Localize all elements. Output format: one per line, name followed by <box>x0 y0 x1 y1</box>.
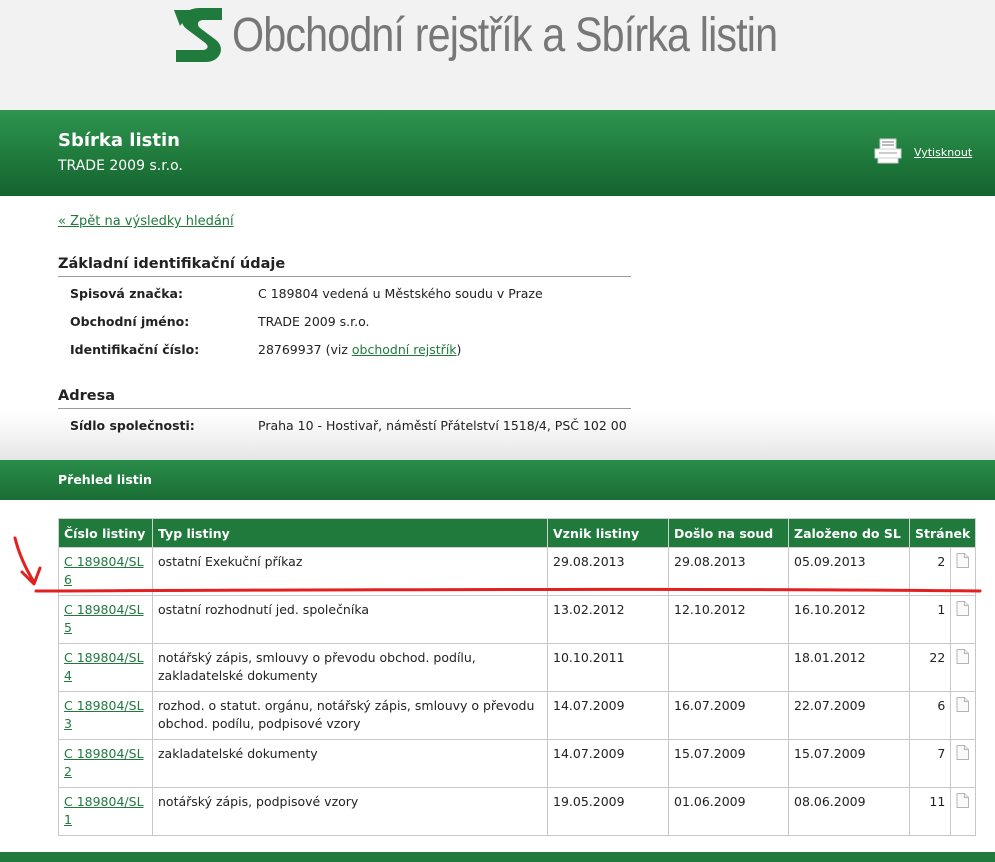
created-date-cell: 14.07.2009 <box>547 691 669 740</box>
company-name-subtitle: TRADE 2009 s.r.o. <box>58 158 183 174</box>
document-number-link[interactable]: C 189804/SL 2 <box>64 746 144 779</box>
document-icon-cell[interactable] <box>950 691 977 740</box>
filed-date-cell: 08.06.2009 <box>788 787 910 836</box>
site-header: Obchodní rejstřík a Sbírka listin <box>0 0 995 110</box>
company-details: « Zpět na výsledky hledání Základní iden… <box>0 196 995 460</box>
created-date-cell: 10.10.2011 <box>547 643 669 692</box>
document-icon[interactable] <box>956 601 970 616</box>
table-row: C 189804/SL 5 ostatní rozhodnutí jed. spo… <box>58 595 977 644</box>
document-number-cell[interactable]: C 189804/SL 2 <box>58 739 153 788</box>
received-date-cell: 16.07.2009 <box>668 691 789 740</box>
document-number-link[interactable]: C 189804/SL 5 <box>64 602 144 635</box>
printer-icon[interactable] <box>873 138 903 164</box>
identification-section-title: Základní identifikační údaje <box>58 256 631 277</box>
file-number-label: Spisová značka: <box>70 286 183 301</box>
filed-date-cell: 16.10.2012 <box>788 595 910 644</box>
received-date-cell: 15.07.2009 <box>668 739 789 788</box>
commercial-register-link[interactable]: obchodní rejstřík <box>352 342 457 357</box>
document-number-cell[interactable]: C 189804/SL 3 <box>58 691 153 740</box>
documents-overview-title: Přehled listin <box>58 472 152 487</box>
business-name-label: Obchodní jméno: <box>70 314 190 329</box>
id-number-label: Identifikační číslo: <box>70 342 200 357</box>
pages-count-cell: 11 <box>908 787 952 836</box>
site-title[interactable]: Obchodní rejstřík a Sbírka listin <box>232 7 778 65</box>
document-icon-cell[interactable] <box>950 739 977 788</box>
table-row: C 189804/SL 2 zakladatelské dokumenty 14.0… <box>58 739 977 788</box>
filed-date-cell: 18.01.2012 <box>788 643 910 692</box>
filed-date-cell: 22.07.2009 <box>788 691 910 740</box>
created-date-cell: 14.07.2009 <box>547 739 669 788</box>
table-row: C 189804/SL 3 rozhod. o statut. orgánu, n… <box>58 691 977 740</box>
created-date-cell: 13.02.2012 <box>547 595 669 644</box>
page-banner: Sbírka listin TRADE 2009 s.r.o. Vytiskno… <box>0 110 995 196</box>
document-type-cell: notářský zápis, podpisové vzory <box>152 787 548 836</box>
table-row: C 189804/SL 1 notářský zápis, podpisové v… <box>58 787 977 836</box>
address-section-title: Adresa <box>58 388 631 409</box>
document-number-cell[interactable]: C 189804/SL 4 <box>58 643 153 692</box>
pages-count-cell: 6 <box>908 691 952 740</box>
page-title: Sbírka listin <box>58 130 180 151</box>
filed-date-cell: 15.07.2009 <box>788 739 910 788</box>
file-number-value: C 189804 vedená u Městského soudu v Praz… <box>258 286 543 301</box>
created-date-cell: 19.05.2009 <box>547 787 669 836</box>
document-icon-cell[interactable] <box>950 643 977 692</box>
document-icon-cell[interactable] <box>950 787 977 836</box>
document-type-cell: zakladatelské dokumenty <box>152 739 548 788</box>
document-icon[interactable] <box>956 697 970 712</box>
pages-count-cell: 1 <box>908 595 952 644</box>
seat-label: Sídlo společnosti: <box>70 418 195 433</box>
document-number-link[interactable]: C 189804/SL 4 <box>64 650 144 683</box>
document-icon-cell[interactable] <box>950 595 977 644</box>
footer-bar <box>0 852 995 862</box>
document-icon[interactable] <box>956 649 970 664</box>
received-date-cell: 12.10.2012 <box>668 595 789 644</box>
back-to-results-link[interactable]: « Zpět na výsledky hledání <box>58 214 234 229</box>
pages-count-cell: 7 <box>908 739 952 788</box>
documents-overview-bar: Přehled listin <box>0 460 995 500</box>
seat-value: Praha 10 - Hostivař, náměstí Přátelství … <box>258 418 627 433</box>
hand-drawn-arrow-icon <box>13 536 982 593</box>
print-link[interactable]: Vytisknout <box>914 146 972 159</box>
document-type-cell: rozhod. o statut. orgánu, notářský zápis… <box>152 691 548 740</box>
received-date-cell: 01.06.2009 <box>668 787 789 836</box>
document-number-link[interactable]: C 189804/SL 1 <box>64 794 144 827</box>
document-icon[interactable] <box>956 745 970 760</box>
id-number-value: 28769937 (viz obchodní rejstřík) <box>258 342 461 357</box>
business-name-value: TRADE 2009 s.r.o. <box>258 314 370 329</box>
id-number: 28769937 <box>258 342 322 357</box>
document-number-link[interactable]: C 189804/SL 3 <box>64 698 144 731</box>
document-type-cell: ostatní rozhodnutí jed. společníka <box>152 595 548 644</box>
table-row: C 189804/SL 4 notářský zápis, smlouvy o p… <box>58 643 977 692</box>
document-number-cell[interactable]: C 189804/SL 1 <box>58 787 153 836</box>
green-s-logo-icon[interactable] <box>170 6 226 64</box>
document-number-cell[interactable]: C 189804/SL 5 <box>58 595 153 644</box>
pages-count-cell: 22 <box>908 643 952 692</box>
id-suffix: ) <box>456 342 462 357</box>
received-date-cell <box>668 643 789 692</box>
document-type-cell: notářský zápis, smlouvy o převodu obchod… <box>152 643 548 692</box>
document-icon[interactable] <box>956 793 970 808</box>
id-prefix: (viz <box>325 342 352 357</box>
